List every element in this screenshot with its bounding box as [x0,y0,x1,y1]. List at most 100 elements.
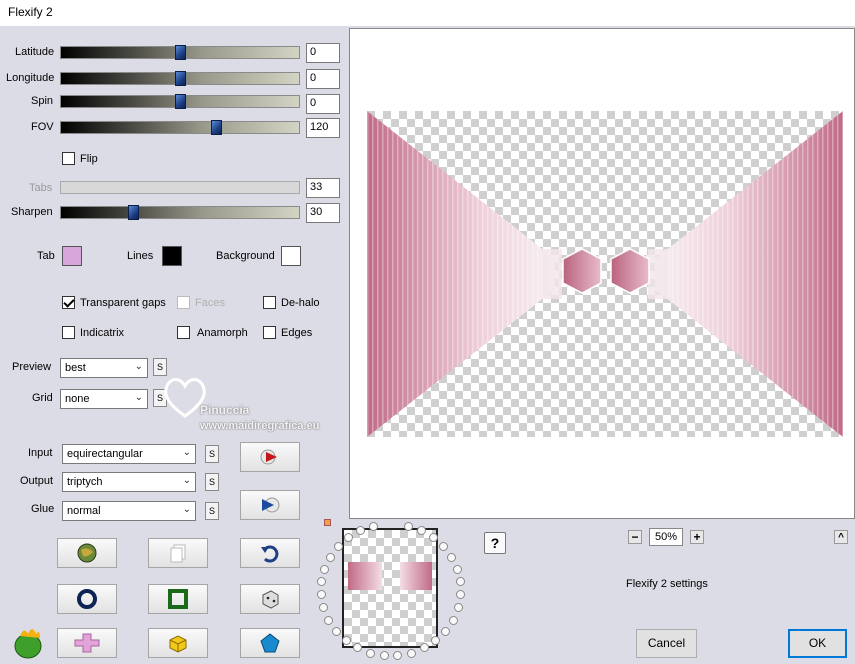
play-button[interactable] [240,442,300,472]
chevron-down-icon: ⌄ [134,361,143,372]
lines-color-label: Lines [127,250,154,262]
flip-checkbox[interactable] [62,152,75,165]
dial-dot[interactable] [416,526,426,536]
dial-dot[interactable] [331,626,341,636]
tab-color-swatch[interactable] [62,246,82,266]
longitude-value[interactable]: 0 [306,69,340,89]
dial-dot[interactable] [441,626,451,636]
output-dropdown-value: triptych [67,476,103,488]
tabs-slider [60,181,300,194]
output-dropdown[interactable]: triptych ⌄ [62,472,196,492]
play-icon [260,449,277,465]
dial-dot[interactable] [324,615,334,625]
pentagon-button[interactable] [240,628,300,658]
de-halo-label: De-halo [281,297,320,309]
cross-grid-icon [74,633,100,653]
chevron-down-icon: ⌄ [182,475,191,486]
indicatrix-label: Indicatrix [80,327,125,339]
collapse-button[interactable]: ^ [834,530,848,544]
edges-checkbox[interactable] [263,326,276,339]
output-label: Output [20,475,54,487]
preview-dropdown[interactable]: best ⌄ [60,358,148,378]
transparent-gaps-checkbox[interactable] [62,296,75,309]
tabs-value[interactable]: 33 [306,178,340,198]
sharpen-label: Sharpen [11,206,53,218]
dial-dot[interactable] [439,541,448,551]
dial-marker-icon[interactable] [324,519,331,526]
anamorph-checkbox[interactable] [177,326,190,339]
sharpen-slider-thumb[interactable] [128,205,139,220]
tabs-label: Tabs [29,182,53,194]
copy-button[interactable] [148,538,208,568]
longitude-slider[interactable] [60,71,300,86]
de-halo-checkbox[interactable] [263,296,276,309]
help-button[interactable]: ? [484,532,506,554]
chevron-down-icon: ⌄ [182,447,191,458]
cube-button[interactable] [148,628,208,658]
settings-label: Flexify 2 settings [626,578,708,590]
dice-button[interactable] [240,584,300,614]
longitude-slider-thumb[interactable] [175,71,186,86]
glue-dropdown[interactable]: normal ⌄ [62,501,196,521]
grid-dropdown[interactable]: none ⌄ [60,389,148,409]
output-s-button[interactable]: S [205,473,219,491]
cube-icon [169,635,187,653]
faces-checkbox [177,296,190,309]
spin-label: Spin [31,95,54,107]
thumbnail-image [348,562,432,590]
fov-value[interactable]: 120 [306,118,340,138]
dial-dot[interactable] [428,532,438,542]
dial-dot[interactable] [407,648,417,658]
dial-dot[interactable] [379,651,389,661]
preview-dropdown-value: best [65,362,86,374]
ring-button[interactable] [57,584,117,614]
lines-color-swatch[interactable] [162,246,182,266]
frame-icon [168,589,188,609]
cross-button[interactable] [57,628,117,658]
spin-slider[interactable] [60,94,300,109]
preview-canvas[interactable] [349,28,855,519]
watermark-name: Pinuccia [200,403,250,417]
latitude-slider[interactable] [60,45,300,60]
dial-dot[interactable] [448,615,458,625]
fov-slider-thumb[interactable] [211,120,222,135]
dial-dot[interactable] [320,564,330,574]
copy-icon [170,544,186,563]
cancel-button[interactable]: Cancel [636,629,697,658]
sharpen-value[interactable]: 30 [306,203,340,223]
dial-dot[interactable] [403,521,413,531]
latitude-value[interactable]: 0 [306,43,340,63]
fov-slider[interactable] [60,120,300,135]
zoom-level[interactable]: 50% [649,528,683,546]
spin-value[interactable]: 0 [306,94,340,114]
dial-dot[interactable] [333,541,343,551]
dial-dot[interactable] [452,564,462,574]
faces-label: Faces [195,297,225,309]
spin-slider-thumb[interactable] [175,94,186,109]
indicatrix-checkbox[interactable] [62,326,75,339]
dial-dot[interactable] [365,648,375,658]
render-button[interactable] [240,490,300,520]
preview-label: Preview [12,361,52,373]
frame-button[interactable] [148,584,208,614]
glue-s-button[interactable]: S [205,502,219,520]
randomize-button[interactable] [57,538,117,568]
input-dropdown[interactable]: equirectangular ⌄ [62,444,196,464]
zoom-out-button[interactable]: − [628,530,642,544]
dial-dot[interactable] [325,552,335,562]
chevron-down-icon: ⌄ [182,504,191,515]
dial-dot[interactable] [447,552,457,562]
dice-icon [262,590,279,609]
dial-dot[interactable] [341,636,351,646]
glue-dropdown-value: normal [67,505,101,517]
input-s-button[interactable]: S [205,445,219,463]
sharpen-slider[interactable] [60,205,300,220]
zoom-in-button[interactable]: + [690,530,704,544]
latitude-slider-thumb[interactable] [175,45,186,60]
background-color-swatch[interactable] [281,246,301,266]
thumbnail-preview[interactable] [342,528,438,648]
undo-button[interactable] [240,538,300,568]
grid-label: Grid [32,392,53,404]
ok-button[interactable]: OK [788,629,847,658]
dial-dot[interactable] [369,521,379,531]
